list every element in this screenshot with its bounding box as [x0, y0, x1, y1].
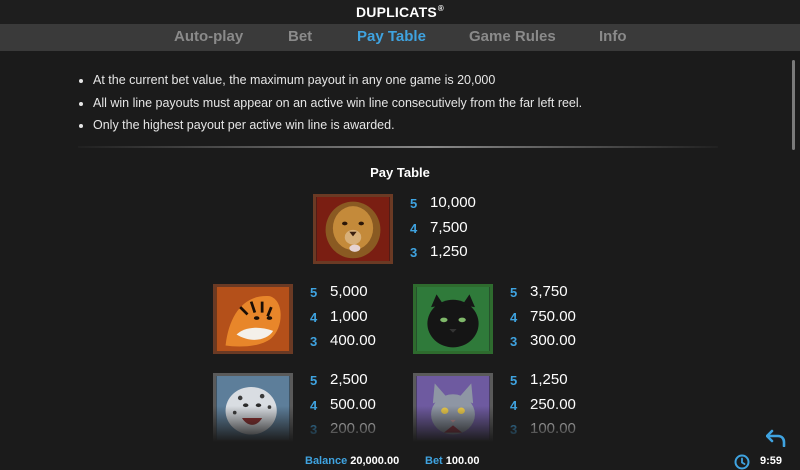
bet-display: Bet 100.00: [425, 455, 479, 467]
rule-item: At the current bet value, the maximum pa…: [93, 72, 582, 89]
pay-count: 3: [310, 334, 318, 349]
tab-info[interactable]: Info: [599, 28, 627, 45]
bet-label: Bet: [425, 455, 443, 467]
pay-value: 5,000: [330, 283, 368, 300]
divider: [78, 146, 718, 148]
pay-value: 200.00: [330, 420, 376, 437]
pay-count: 5: [310, 285, 318, 300]
tab-game-rules[interactable]: Game Rules: [469, 28, 556, 45]
rule-item: Only the highest payout per active win l…: [93, 117, 582, 134]
balance-label: Balance: [305, 455, 348, 467]
pay-value: 7,500: [430, 218, 468, 236]
pay-count: 4: [510, 397, 518, 413]
pay-count: 4: [510, 309, 518, 325]
lion-icon: [313, 194, 393, 264]
pay-count: 3: [310, 422, 318, 437]
balance-value: 20,000.00: [350, 455, 400, 467]
pay-count: 4: [310, 397, 318, 413]
black-panther-icon: [413, 284, 493, 354]
pay-count: 3: [410, 245, 418, 260]
pay-value: 10,000: [430, 194, 476, 211]
pay-value: 1,250: [530, 371, 568, 388]
pay-value: 2,500: [330, 371, 368, 388]
pay-count: 5: [510, 373, 518, 388]
pay-value: 100.00: [530, 420, 576, 437]
rules-list: At the current bet value, the maximum pa…: [76, 72, 582, 140]
pay-value: 1,000: [330, 307, 368, 325]
pay-value: 1,250: [430, 243, 468, 260]
bet-value: 100.00: [445, 455, 480, 467]
back-arrow-icon[interactable]: [766, 429, 786, 447]
pay-value: 500.00: [330, 395, 376, 413]
game-title: DUPLICATS®: [356, 4, 444, 20]
pay-count: 4: [310, 309, 318, 325]
paytable-panel[interactable]: At the current bet value, the maximum pa…: [0, 51, 790, 446]
tab-bet[interactable]: Bet: [288, 28, 312, 45]
pay-count: 5: [410, 196, 418, 211]
status-bar: Balance 20,000.00 Bet 100.00 9:59: [0, 446, 800, 470]
pay-value: 300.00: [530, 332, 576, 349]
pay-count: 4: [410, 220, 418, 236]
grey-cat-icon: [413, 373, 493, 443]
tab-pay-table[interactable]: Pay Table: [357, 28, 426, 45]
pay-count: 3: [510, 334, 518, 349]
pay-count: 3: [510, 422, 518, 437]
clock-icon: [734, 454, 750, 470]
pay-value: 750.00: [530, 307, 576, 325]
pay-value: 400.00: [330, 332, 376, 349]
tab-bar: Auto-play Bet Pay Table Game Rules Info: [0, 24, 800, 51]
balance-display: Balance 20,000.00: [305, 455, 399, 467]
pay-count: 5: [510, 285, 518, 300]
clock-time: 9:59: [760, 455, 783, 467]
pay-table-heading: Pay Table: [370, 165, 430, 180]
registered-mark: ®: [437, 4, 444, 13]
scrollbar[interactable]: [792, 60, 795, 150]
tiger-icon: [213, 284, 293, 354]
pay-value: 3,750: [530, 283, 568, 300]
snow-leopard-icon: [213, 373, 293, 443]
title-bar: DUPLICATS®: [0, 0, 800, 24]
pay-count: 5: [310, 373, 318, 388]
pay-value: 250.00: [530, 395, 576, 413]
rule-item: All win line payouts must appear on an a…: [93, 95, 582, 112]
scroll-fade: [0, 406, 790, 446]
tab-auto-play[interactable]: Auto-play: [174, 28, 243, 45]
